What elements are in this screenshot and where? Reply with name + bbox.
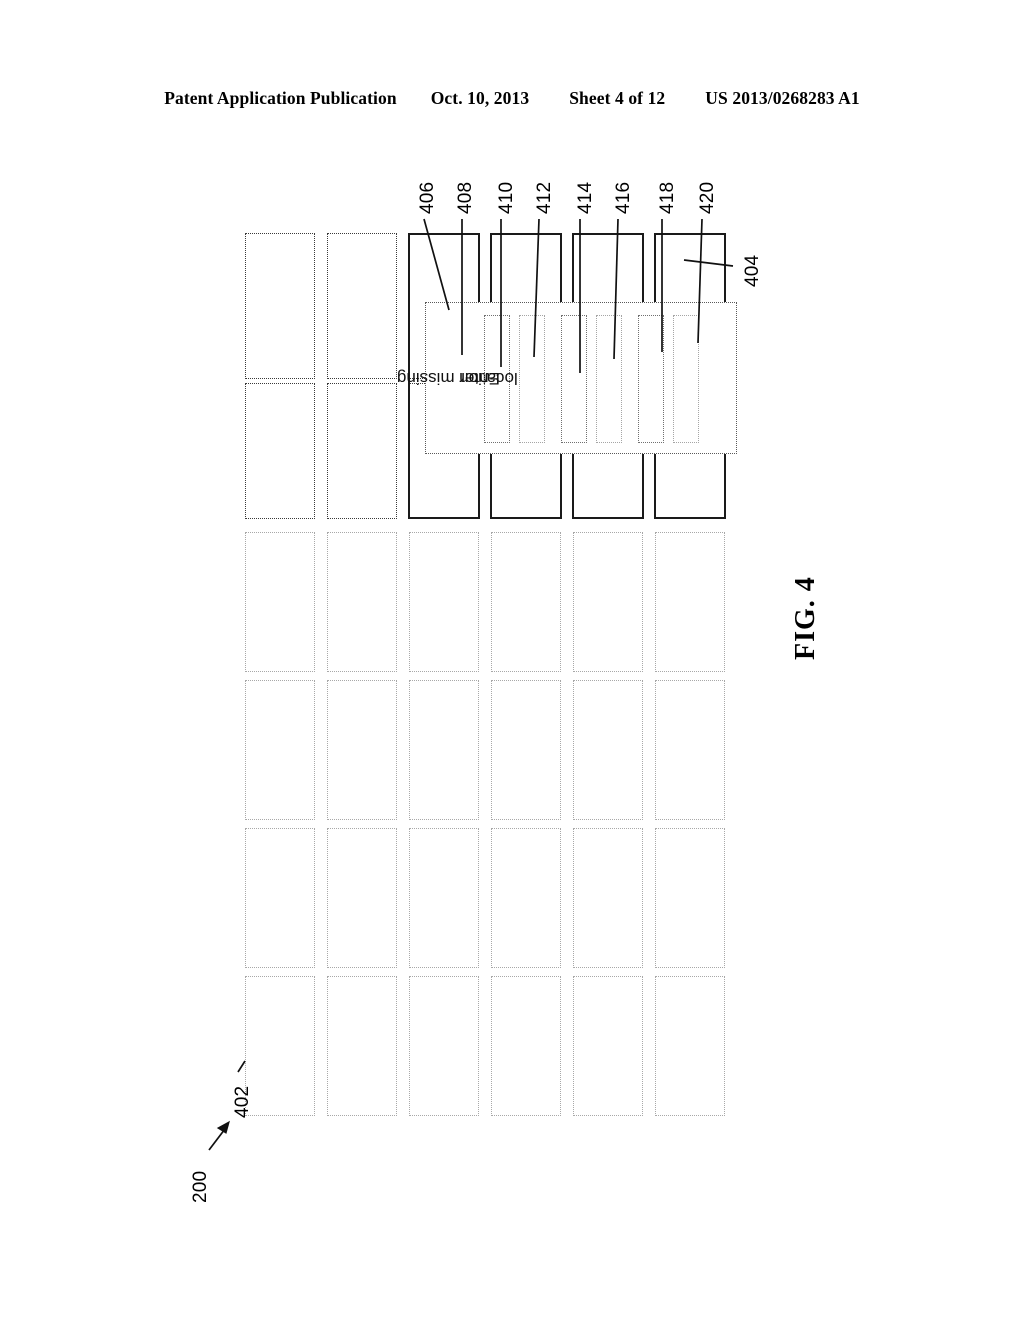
ref-numeral-410: 410 — [496, 181, 517, 214]
location-field-414[interactable] — [561, 315, 587, 443]
grid-cell — [573, 680, 643, 820]
grid-cell — [491, 532, 561, 672]
ref-numeral-420: 420 — [697, 181, 718, 214]
location-field-416[interactable] — [596, 315, 622, 443]
ref-numeral-402: 402 — [232, 1085, 253, 1118]
ref-numeral-418: 418 — [657, 181, 678, 214]
grid-cell — [409, 680, 479, 820]
grid-cell — [409, 828, 479, 968]
ref-numeral-406: 406 — [417, 181, 438, 214]
grid-cell — [327, 233, 397, 379]
enter-missing-location-dialog[interactable]: Enter missing location — [396, 302, 737, 454]
location-field-420[interactable] — [673, 315, 699, 443]
location-field-412[interactable] — [519, 315, 545, 443]
grid-cell — [491, 976, 561, 1116]
ref-numeral-416: 416 — [613, 181, 634, 214]
grid-cell — [245, 828, 315, 968]
patent-figure: Enter missing location 406 408 410 412 4… — [0, 0, 1024, 1320]
grid-cell — [655, 680, 725, 820]
grid-cell — [245, 680, 315, 820]
ref-numeral-408: 408 — [455, 181, 476, 214]
assembly-arrowhead — [216, 1120, 230, 1134]
grid-cell — [245, 532, 315, 672]
grid-cell — [245, 383, 315, 519]
grid-cell — [409, 976, 479, 1116]
location-field-410[interactable] — [484, 315, 510, 443]
grid-cell — [655, 828, 725, 968]
grid-cell — [573, 532, 643, 672]
grid-cell — [327, 680, 397, 820]
grid-cell — [327, 532, 397, 672]
grid-cell — [491, 828, 561, 968]
ref-numeral-200: 200 — [190, 1170, 211, 1203]
grid-cell — [573, 976, 643, 1116]
grid-cell — [327, 383, 397, 519]
grid-cell — [327, 828, 397, 968]
grid-cell — [655, 976, 725, 1116]
grid-cell — [409, 532, 479, 672]
grid-cell — [327, 976, 397, 1116]
ref-numeral-414: 414 — [575, 181, 596, 214]
figure-caption: FIG. 4 — [790, 576, 821, 660]
ref-numeral-412: 412 — [534, 181, 555, 214]
grid-cell — [245, 233, 315, 379]
location-field-418[interactable] — [638, 315, 664, 443]
ref-numeral-404: 404 — [742, 254, 763, 287]
grid-cell — [245, 976, 315, 1116]
grid-cell — [655, 532, 725, 672]
grid-cell — [491, 680, 561, 820]
grid-cell — [573, 828, 643, 968]
